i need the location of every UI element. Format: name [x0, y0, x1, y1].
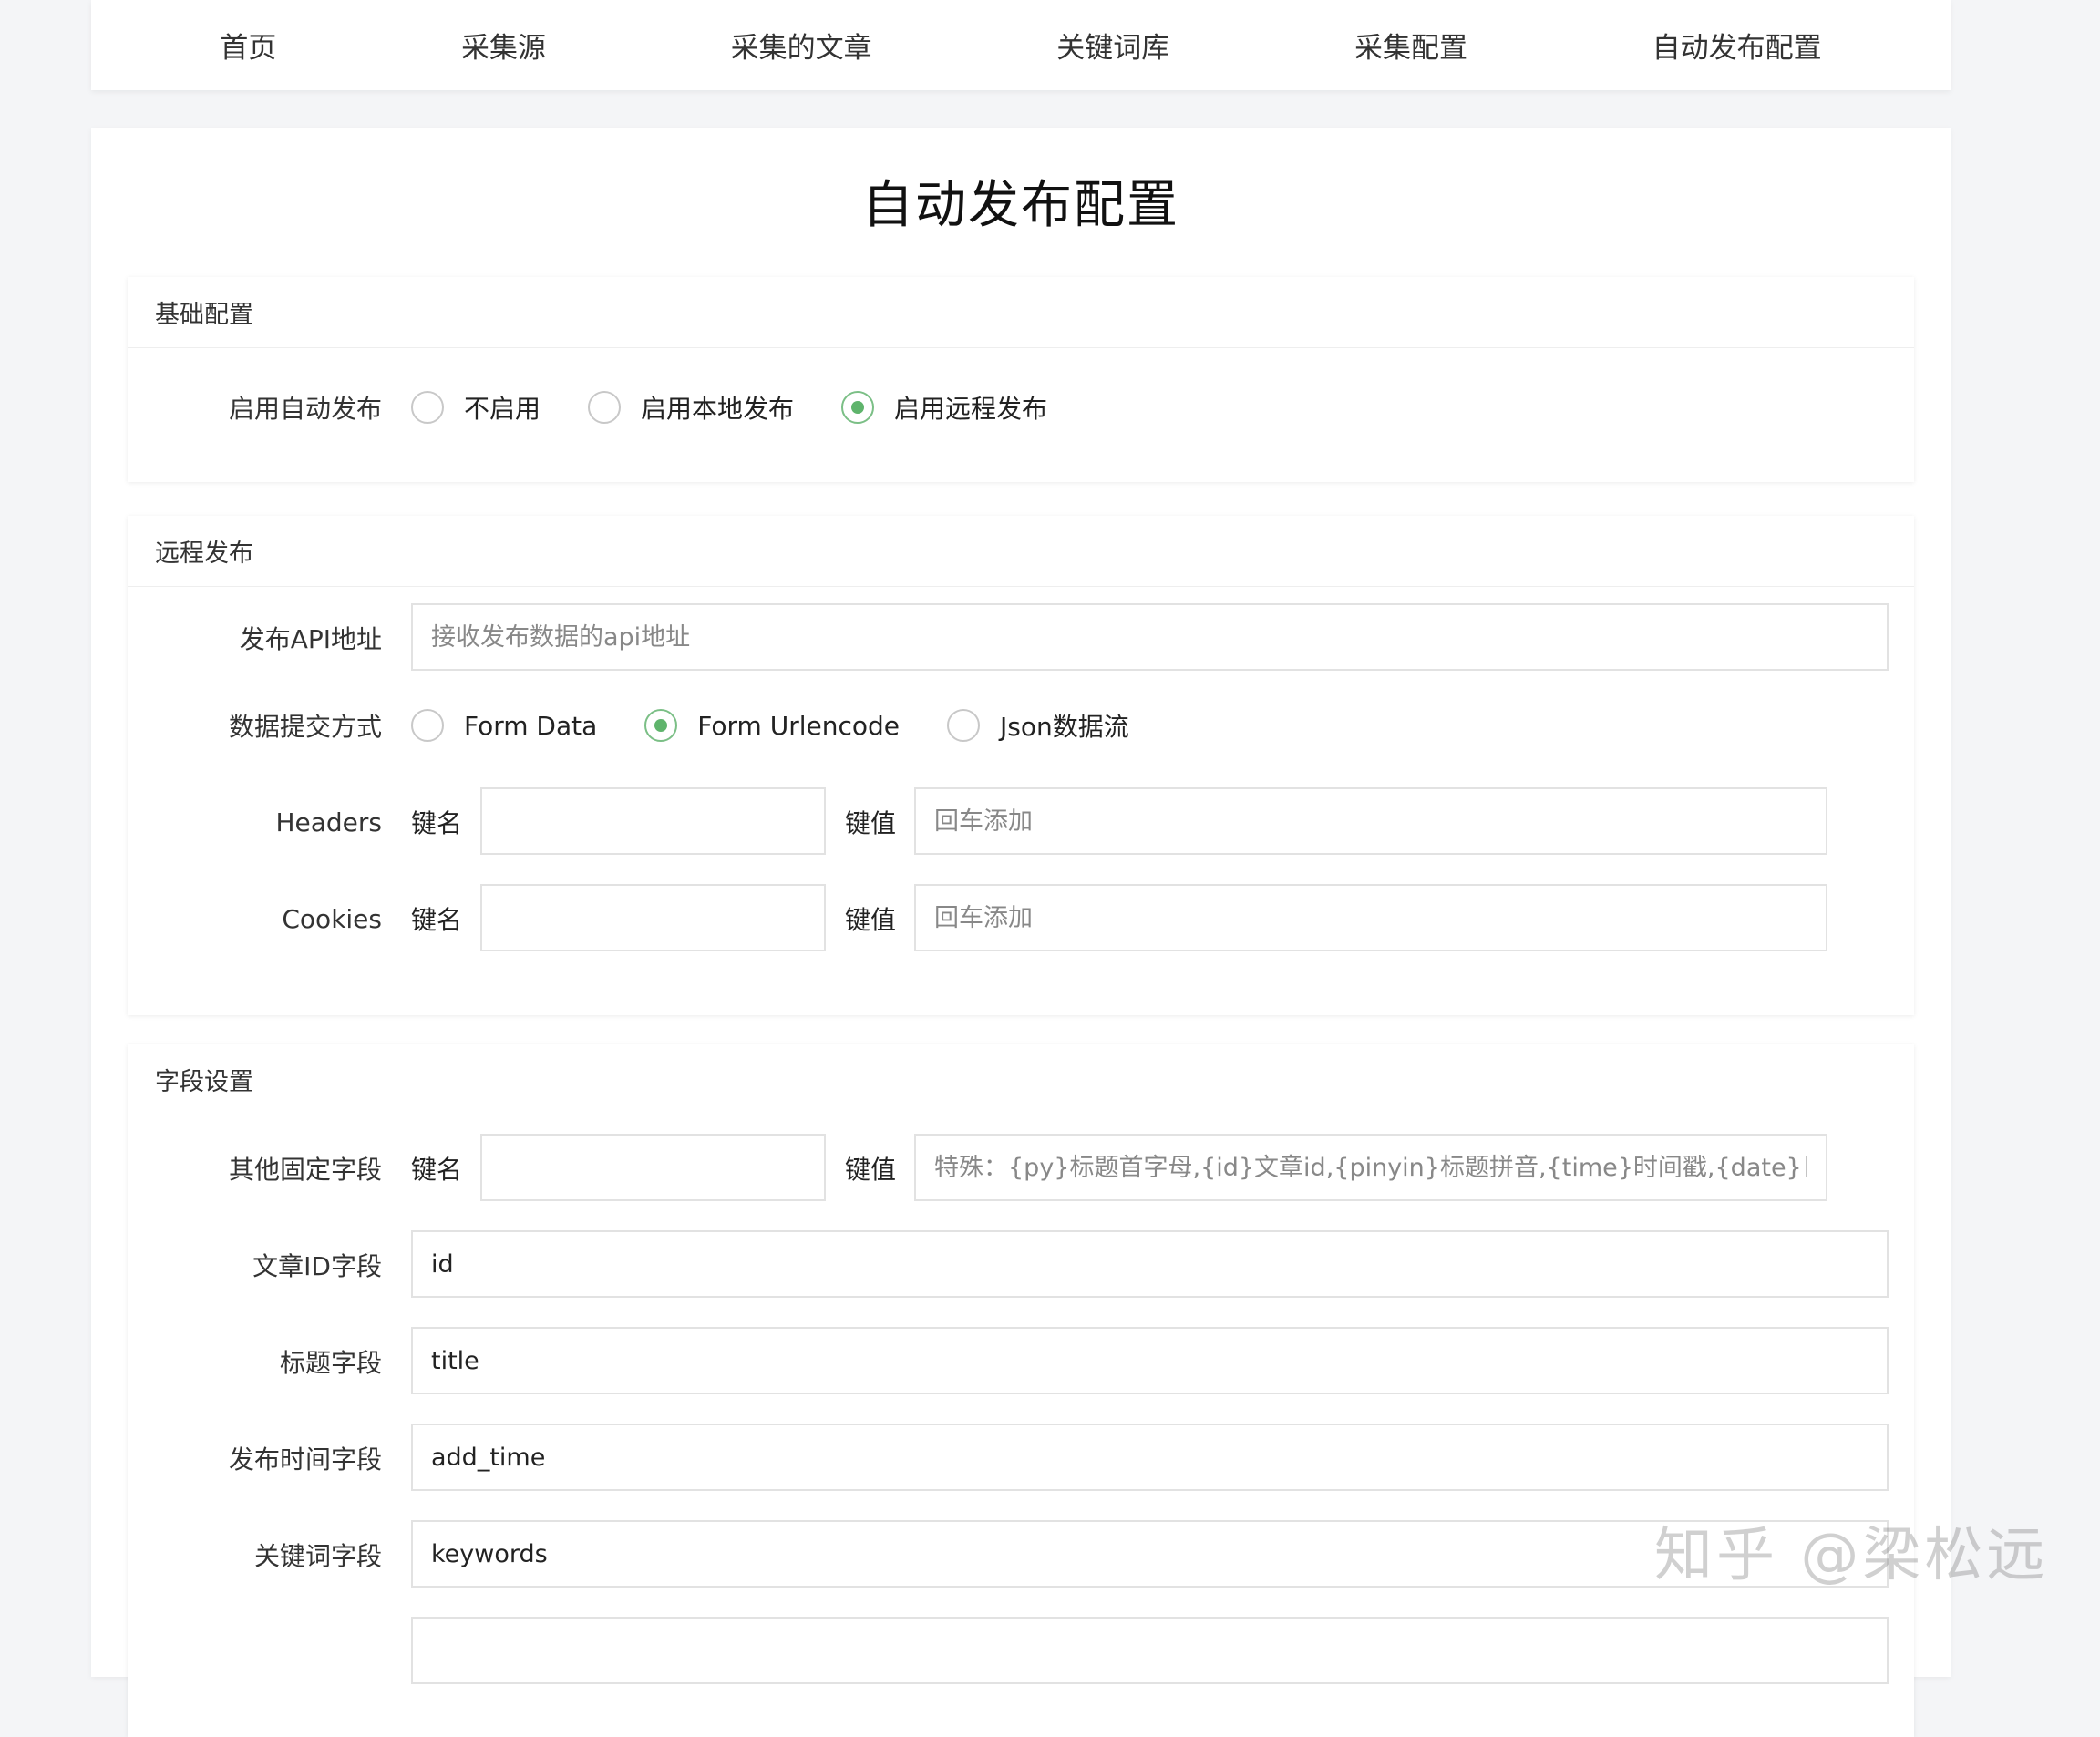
next-row	[128, 1617, 1914, 1684]
keywords-row: 关键词字段	[128, 1520, 1914, 1589]
headers-key-input[interactable]	[480, 787, 826, 855]
card-header: 远程发布	[128, 516, 1914, 587]
api-row: 发布API地址	[128, 603, 1914, 673]
value-label: 键值	[845, 1155, 897, 1185]
next-field-input[interactable]	[411, 1617, 1889, 1684]
radio-label: 启用本地发布	[641, 394, 795, 424]
radio-label: 不启用	[464, 394, 541, 424]
headers-label: Headers	[275, 807, 382, 838]
radio-local-publish[interactable]: 启用本地发布	[588, 389, 794, 426]
cookies-value-input[interactable]	[914, 884, 1827, 951]
radio-label: Form Data	[464, 710, 598, 741]
watermark: 知乎 @梁松远	[1654, 1522, 2049, 1589]
radio-json[interactable]: Json数据流	[947, 707, 1129, 744]
title-field-input[interactable]	[411, 1327, 1889, 1394]
submit-label: 数据提交方式	[228, 712, 382, 742]
cookies-key-input[interactable]	[480, 884, 826, 951]
key-label: 键名	[411, 808, 463, 838]
enable-radio-group: 不启用 启用本地发布 启用远程发布	[411, 373, 1095, 442]
radio-remote-publish[interactable]: 启用远程发布	[841, 389, 1047, 426]
nav-collect-config[interactable]: 采集配置	[1336, 25, 1486, 66]
enable-row: 启用自动发布 不启用 启用本地发布 启用远程发布	[128, 373, 1914, 442]
submit-radio-group: Form Data Form Urlencode Json数据流	[411, 691, 1177, 760]
radio-label: 启用远程发布	[894, 394, 1048, 424]
other-fields-label: 其他固定字段	[228, 1155, 382, 1185]
headers-row: Headers 键名 键值	[128, 787, 1914, 857]
nav-home[interactable]: 首页	[201, 25, 294, 66]
radio-circle[interactable]	[588, 391, 622, 424]
radio-circle[interactable]	[947, 709, 981, 742]
nav-keywords[interactable]: 关键词库	[1038, 25, 1188, 66]
key-label: 键名	[411, 905, 463, 935]
radio-label: Form Urlencode	[697, 710, 901, 741]
enable-label: 启用自动发布	[228, 394, 382, 424]
article-id-row: 文章ID字段	[128, 1230, 1914, 1300]
top-nav: 首页 采集源 采集的文章 关键词库 采集配置 自动发布配置	[91, 0, 1951, 90]
radio-form-urlencode[interactable]: Form Urlencode	[644, 709, 900, 742]
title-label: 标题字段	[279, 1348, 382, 1378]
nav-articles[interactable]: 采集的文章	[713, 25, 890, 66]
cookies-label: Cookies	[282, 903, 382, 934]
key-label: 键名	[411, 1155, 463, 1185]
api-label: 发布API地址	[239, 624, 382, 654]
main-panel: 自动发布配置 基础配置 启用自动发布 不启用 启用本地发布 启用远程发布 远程发…	[91, 128, 1951, 1737]
radio-form-data[interactable]: Form Data	[411, 709, 597, 742]
nav-sources[interactable]: 采集源	[443, 25, 564, 66]
card-header: 基础配置	[128, 277, 1914, 348]
other-fields-row: 其他固定字段 键名 键值	[128, 1134, 1914, 1203]
time-row: 发布时间字段	[128, 1424, 1914, 1493]
field-settings-card: 字段设置 其他固定字段 键名 键值 文章ID字段 标题字段 发布时间字段	[128, 1044, 1914, 1737]
time-label: 发布时间字段	[228, 1444, 382, 1475]
title-row: 标题字段	[128, 1327, 1914, 1396]
time-field-input[interactable]	[411, 1424, 1889, 1491]
value-label: 键值	[845, 808, 897, 838]
submit-method-row: 数据提交方式 Form Data Form Urlencode Json数据流	[128, 691, 1914, 760]
nav-auto-publish[interactable]: 自动发布配置	[1634, 25, 1840, 66]
card-header: 字段设置	[128, 1044, 1914, 1115]
radio-circle[interactable]	[411, 391, 444, 424]
basic-config-card: 基础配置 启用自动发布 不启用 启用本地发布 启用远程发布	[128, 277, 1914, 482]
other-key-input[interactable]	[480, 1134, 826, 1201]
api-url-input[interactable]	[411, 603, 1889, 671]
cookies-row: Cookies 键名 键值	[128, 884, 1914, 953]
radio-circle-checked[interactable]	[644, 709, 678, 742]
remote-publish-card: 远程发布 发布API地址 数据提交方式 Form Data Form Urlen…	[128, 516, 1914, 1015]
radio-disabled[interactable]: 不启用	[411, 389, 540, 426]
headers-value-input[interactable]	[914, 787, 1827, 855]
other-value-input[interactable]	[914, 1134, 1827, 1201]
article-id-label: 文章ID字段	[252, 1251, 382, 1281]
keywords-label: 关键词字段	[253, 1541, 382, 1571]
radio-circle[interactable]	[411, 709, 444, 742]
page-title: 自动发布配置	[862, 176, 1179, 235]
radio-label: Json数据流	[1000, 712, 1129, 742]
radio-circle-checked[interactable]	[841, 391, 875, 424]
article-id-input[interactable]	[411, 1230, 1889, 1298]
value-label: 键值	[845, 905, 897, 935]
